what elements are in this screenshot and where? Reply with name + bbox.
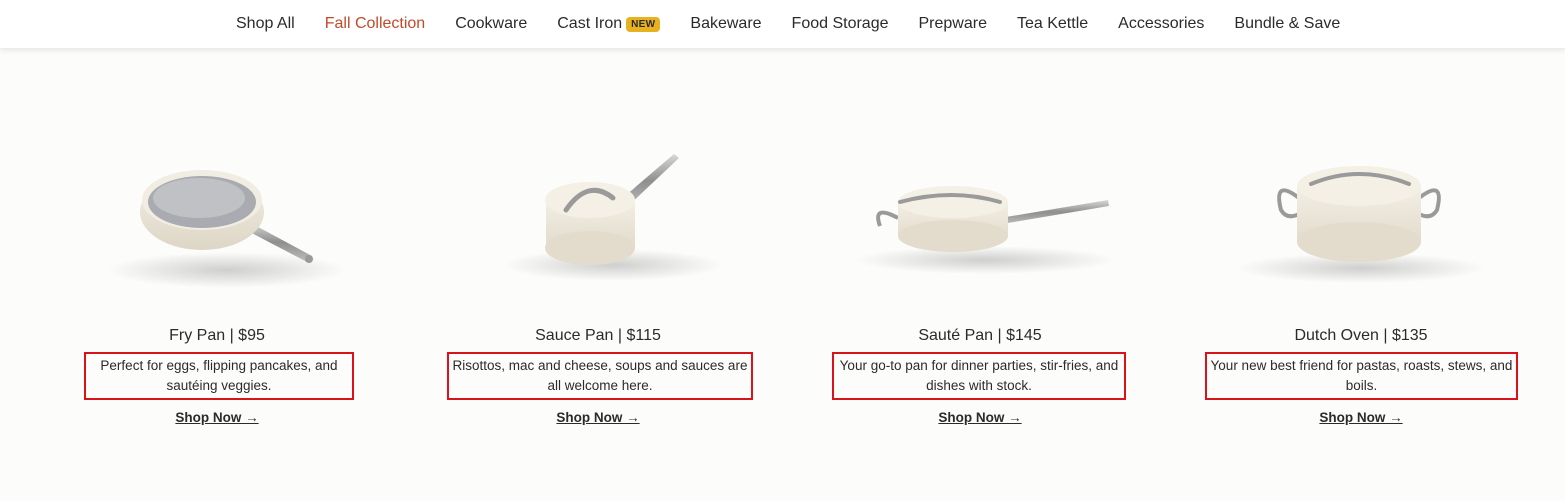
nav-bundle-save[interactable]: Bundle & Save <box>1234 15 1340 33</box>
sauce-pan-image[interactable] <box>438 140 758 305</box>
product-description: Your go-to pan for dinner parties, stir-… <box>832 352 1126 400</box>
nav-items: Shop All Fall Collection Cookware Cast I… <box>236 0 1340 48</box>
nav-cookware[interactable]: Cookware <box>455 15 527 33</box>
product-title: Sauté Pan | $145 <box>918 327 1042 344</box>
shop-now-link[interactable]: Shop Now → <box>57 410 377 425</box>
nav-fall-collection[interactable]: Fall Collection <box>325 15 425 33</box>
product-description: Perfect for eggs, flipping pancakes, and… <box>84 352 354 400</box>
nav-bakeware[interactable]: Bakeware <box>690 15 761 33</box>
product-description: Risottos, mac and cheese, soups and sauc… <box>447 352 753 400</box>
product-description: Your new best friend for pastas, roasts,… <box>1205 352 1518 400</box>
nav-tea-kettle[interactable]: Tea Kettle <box>1017 15 1088 33</box>
product-card-sauce-pan: Sauce Pan | $115 Risottos, mac and chees… <box>438 140 758 440</box>
nav-prepware[interactable]: Prepware <box>919 15 987 33</box>
fry-pan-image[interactable] <box>57 140 377 305</box>
dutch-oven-image[interactable] <box>1201 140 1521 305</box>
product-title: Fry Pan | $95 <box>169 327 265 344</box>
new-badge: NEW <box>626 16 661 32</box>
product-title: Sauce Pan | $115 <box>535 327 661 344</box>
product-title: Dutch Oven | $135 <box>1294 327 1428 344</box>
nav-cast-iron[interactable]: Cast Iron NEW <box>557 15 661 33</box>
product-card-dutch-oven: Dutch Oven | $135 Your new best friend f… <box>1201 140 1521 440</box>
shop-now-link[interactable]: Shop Now → <box>1201 410 1521 425</box>
shop-now-link[interactable]: Shop Now → <box>438 410 758 425</box>
nav-accessories[interactable]: Accessories <box>1118 15 1204 33</box>
product-card-saute-pan: Sauté Pan | $145 Your go-to pan for dinn… <box>820 140 1140 440</box>
nav-shop-all[interactable]: Shop All <box>236 15 295 33</box>
top-navigation: Shop All Fall Collection Cookware Cast I… <box>0 0 1565 49</box>
nav-food-storage[interactable]: Food Storage <box>792 15 889 33</box>
saute-pan-image[interactable] <box>820 140 1140 305</box>
product-card-fry-pan: Fry Pan | $95 Perfect for eggs, flipping… <box>57 140 377 440</box>
nav-cast-iron-label: Cast Iron <box>557 15 623 32</box>
shop-now-link[interactable]: Shop Now → <box>820 410 1140 425</box>
